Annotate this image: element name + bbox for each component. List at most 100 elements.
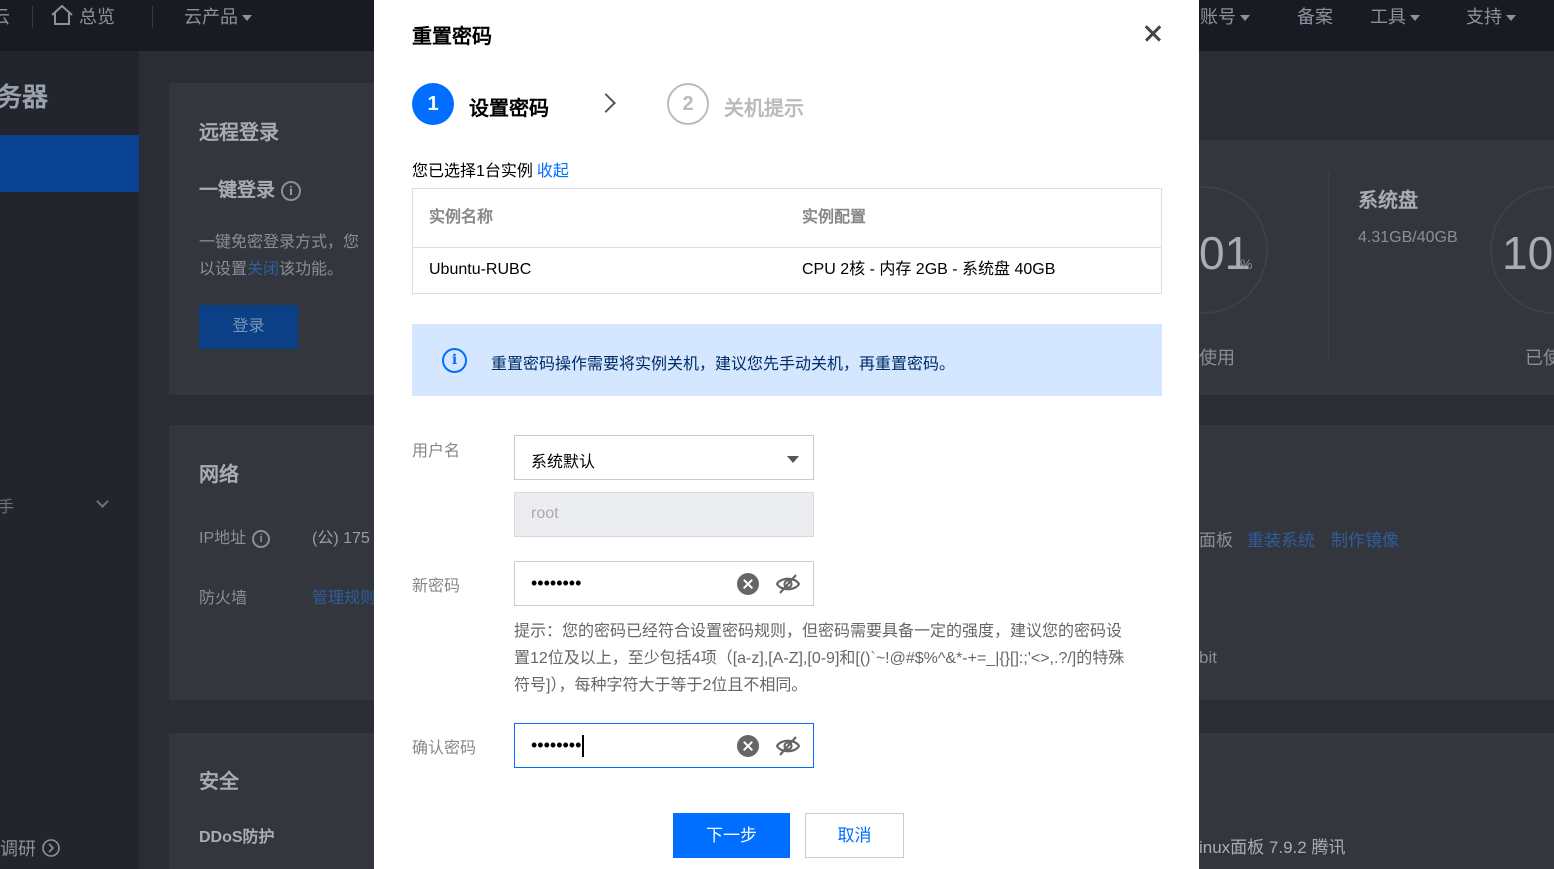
step-2-badge: 2 [667, 83, 709, 125]
username-label: 用户名 [412, 443, 461, 460]
nav-separator [152, 6, 153, 28]
instance-table: 实例名称 实例配置 Ubuntu-RUBC CPU 2核 - 内存 2GB - … [412, 188, 1162, 294]
nav-separator [32, 6, 33, 28]
close-icon[interactable] [1138, 18, 1168, 48]
step-2-label: 关机提示 [724, 98, 804, 120]
alert-text: 重置密码操作需要将实例关机，建议您先手动关机，再重置密码。 [491, 356, 956, 373]
security-title: 安全 [199, 771, 239, 793]
confirm-password-value: •••••••• [531, 735, 584, 758]
table-cell-instance-name: Ubuntu-RUBC [429, 261, 532, 278]
desc-suffix: 该功能。 [279, 261, 344, 278]
disk-percent-fragment: 10 [1502, 227, 1554, 279]
new-password-input[interactable]: •••••••• [514, 561, 814, 606]
new-password-label: 新密码 [412, 578, 461, 595]
confirm-password-label: 确认密码 [412, 740, 477, 757]
arrow-circle-icon [42, 839, 60, 857]
clear-icon[interactable] [737, 735, 759, 757]
username-select-value: 系统默认 [531, 454, 596, 471]
step-1-badge: 1 [412, 83, 454, 125]
nav-products-label: 云产品 [184, 7, 238, 27]
close-feature-link[interactable]: 关闭 [247, 261, 279, 278]
selected-count-label: 您已选择1台实例 [412, 163, 533, 180]
sidebar-survey[interactable]: 调研 [0, 835, 61, 861]
username-placeholder: root [531, 505, 559, 522]
clear-icon[interactable] [737, 573, 759, 595]
nav-overview[interactable]: 总览 [50, 3, 115, 29]
nav-support-label: 支持 [1466, 7, 1502, 27]
table-cell-instance-config: CPU 2核 - 内存 2GB - 系统盘 40GB [802, 261, 1056, 278]
system-disk-value: 4.31GB/40GB [1358, 229, 1458, 246]
selected-instances-text: 您已选择1台实例 收起 [412, 157, 569, 181]
firewall-label: 防火墙 [199, 590, 248, 607]
survey-label: 调研 [0, 839, 36, 859]
dialog-title: 重置密码 [412, 26, 492, 48]
chevron-down-icon [787, 456, 799, 463]
ip-label-row: IP地址 i [199, 524, 271, 548]
chevron-down-icon [1410, 15, 1420, 22]
home-icon [51, 4, 73, 25]
chevron-down-icon [1506, 15, 1516, 22]
next-step-button[interactable]: 下一步 [673, 813, 790, 858]
password-strength-hint: 提示：您的密码已经符合设置密码规则，但密码需要具备一定的强度，建议您的密码设置1… [514, 623, 1125, 694]
chevron-right-icon [596, 93, 616, 113]
new-password-masked-value: •••••••• [531, 573, 582, 593]
card-divider [1328, 172, 1329, 362]
sidebar: 务器 手 调研 [0, 51, 139, 869]
network-title: 网络 [199, 464, 239, 486]
brand-fragment: 云 [0, 7, 10, 27]
make-image-link[interactable]: 制作镜像 [1331, 526, 1399, 551]
sidebar-item-active[interactable] [0, 135, 139, 192]
reset-password-dialog: 重置密码 1 设置密码 2 关机提示 您已选择1台实例 收起 实例名称 实例配置 … [374, 0, 1199, 869]
column-header-instance-name: 实例名称 [429, 209, 494, 226]
linux-panel-text: inux面板 7.9.2 腾讯 [1199, 838, 1346, 857]
bit-fragment: bit [1199, 648, 1217, 667]
chevron-down-icon [96, 495, 109, 508]
panel-fragment: 面板 [1199, 531, 1233, 550]
actions-card [1199, 425, 1554, 700]
system-disk-title: 系统盘 [1358, 190, 1418, 212]
shutdown-notice-alert: i 重置密码操作需要将实例关机，建议您先手动关机，再重置密码。 [412, 324, 1162, 396]
ddos-label: DDoS防护 [199, 829, 275, 846]
nav-account-label: 账号 [1200, 7, 1236, 27]
confirm-password-input[interactable]: •••••••• [514, 723, 814, 768]
eye-off-icon[interactable] [775, 735, 801, 757]
ip-value: (公) 175 [312, 530, 370, 547]
remote-login-title: 远程登录 [199, 122, 279, 144]
nav-filing[interactable]: 备案 [1297, 3, 1333, 29]
collapse-link[interactable]: 收起 [537, 163, 569, 180]
text-cursor [582, 735, 584, 758]
login-button[interactable]: 登录 [199, 305, 298, 349]
reinstall-system-link[interactable]: 重装系统 [1247, 526, 1315, 551]
firewall-manage-link[interactable]: 管理规则 [312, 584, 376, 608]
one-click-login-title: 一键登录 i [199, 175, 302, 202]
info-icon: i [252, 529, 271, 548]
desc-prefix: 以设置 [199, 261, 248, 278]
sidebar-item[interactable]: 手 [0, 493, 14, 517]
security-card [169, 733, 374, 869]
step-1-label: 设置密码 [469, 98, 549, 120]
info-icon: i [442, 348, 467, 373]
nav-tools-label: 工具 [1370, 7, 1406, 27]
chevron-down-icon [1240, 15, 1250, 22]
percent-sign: % [1240, 256, 1253, 272]
username-select[interactable]: 系统默认 [514, 435, 814, 480]
eye-off-icon[interactable] [775, 573, 801, 595]
confirm-password-masked-value: •••••••• [531, 735, 582, 755]
nav-products[interactable]: 云产品 [184, 3, 252, 29]
nav-support[interactable]: 支持 [1466, 3, 1516, 29]
used-fragment: 使用 [1199, 348, 1235, 368]
nav-overview-label: 总览 [79, 7, 116, 27]
cancel-button[interactable]: 取消 [805, 813, 904, 858]
nav-tools[interactable]: 工具 [1370, 3, 1420, 29]
one-click-login-label: 一键登录 [199, 180, 276, 201]
username-input-disabled: root [514, 492, 814, 537]
one-click-desc-line2: 以设置关闭该功能。 [199, 255, 343, 279]
column-header-instance-config: 实例配置 [802, 209, 867, 226]
used2-fragment: 已使 [1525, 348, 1554, 368]
chevron-down-icon [242, 15, 252, 22]
nav-account[interactable]: 账号 [1200, 3, 1250, 29]
info-icon: i [281, 180, 302, 201]
sidebar-title: 务器 [0, 82, 49, 112]
ip-label: IP地址 [199, 530, 247, 547]
one-click-desc-line1: 一键免密登录方式，您 [199, 234, 360, 251]
